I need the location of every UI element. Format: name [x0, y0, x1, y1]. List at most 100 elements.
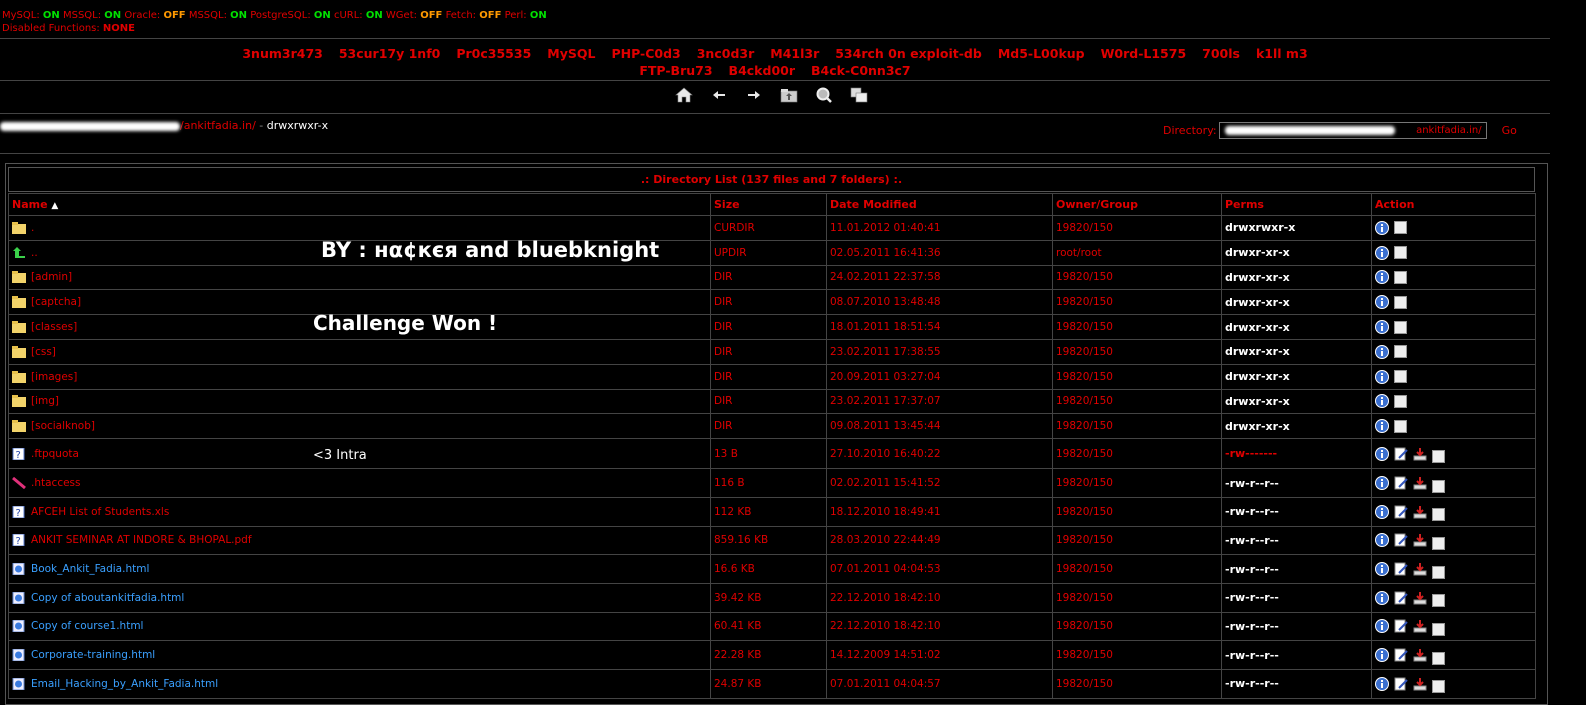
file-owner[interactable]: 19820/150	[1052, 468, 1222, 498]
select-checkbox[interactable]	[1394, 370, 1407, 384]
edit-icon[interactable]	[1394, 505, 1408, 519]
info-icon[interactable]	[1375, 533, 1389, 548]
edit-icon[interactable]	[1394, 677, 1408, 691]
download-icon[interactable]	[1413, 476, 1427, 490]
info-icon[interactable]	[1375, 295, 1389, 310]
edit-icon[interactable]	[1394, 562, 1408, 576]
file-name-link[interactable]: .htaccess	[31, 477, 81, 489]
file-name-link[interactable]: .	[31, 222, 34, 234]
file-owner[interactable]: 19820/150	[1052, 388, 1222, 415]
file-owner[interactable]: 19820/150	[1052, 668, 1222, 699]
file-perms[interactable]: -rw-r--r--	[1221, 668, 1372, 699]
info-icon[interactable]	[1375, 270, 1389, 285]
info-icon[interactable]	[1375, 619, 1389, 634]
file-perms[interactable]: -rw-r--r--	[1221, 640, 1372, 670]
file-name-link[interactable]: [admin]	[31, 271, 72, 283]
menu-link[interactable]: 53cur17y 1nf0	[339, 46, 441, 61]
info-icon[interactable]	[1375, 245, 1389, 260]
select-checkbox[interactable]	[1432, 622, 1445, 636]
file-owner[interactable]: 19820/150	[1052, 363, 1222, 390]
file-owner[interactable]: 19820/150	[1052, 314, 1222, 340]
table-row[interactable]: [img] DIR 23.02.2011 17:37:07 19820/150 drwx…	[8, 388, 1536, 415]
table-row[interactable]: [css] DIR 23.02.2011 17:38:55 19820/150 drwx…	[8, 338, 1536, 365]
menu-link[interactable]: Md5-L00kup	[998, 46, 1085, 61]
file-perms[interactable]: drwxr-xr-x	[1221, 388, 1372, 415]
table-row[interactable]: [classes] DIR 18.01.2011 18:51:54 19820/150…	[8, 314, 1536, 340]
download-icon[interactable]	[1413, 447, 1427, 461]
sort-asc-icon[interactable]: ▲	[51, 201, 58, 211]
file-owner[interactable]: 19820/150	[1052, 438, 1222, 470]
file-perms[interactable]: -rw-r--r--	[1221, 582, 1372, 613]
info-icon[interactable]	[1375, 446, 1389, 461]
info-icon[interactable]	[1375, 562, 1389, 577]
file-name-link[interactable]: [images]	[31, 371, 77, 383]
info-icon[interactable]	[1375, 369, 1389, 384]
table-row[interactable]: [socialknob] DIR 09.08.2011 13:45:44 19820/…	[8, 413, 1536, 440]
file-perms[interactable]: drwxr-xr-x	[1221, 363, 1372, 390]
table-row[interactable]: ? ANKIT SEMINAR AT INDORE & BHOPAL.pdf 859…	[8, 525, 1536, 556]
folder-up-icon[interactable]	[780, 86, 798, 104]
table-row[interactable]: .. UPDIR 02.05.2011 16:41:36 root/root drwxr…	[8, 239, 1536, 266]
scrollbar[interactable]	[1568, 0, 1586, 697]
forward-arrow-icon[interactable]	[745, 86, 763, 104]
file-name-link[interactable]: Email_Hacking_by_Ankit_Fadia.html	[31, 678, 218, 690]
menu-link[interactable]: 700ls	[1202, 46, 1240, 61]
download-icon[interactable]	[1413, 505, 1427, 519]
file-name-link[interactable]: [socialknob]	[31, 420, 95, 432]
file-name-link[interactable]: [css]	[31, 346, 56, 358]
edit-icon[interactable]	[1394, 476, 1408, 490]
info-icon[interactable]	[1375, 220, 1389, 235]
file-perms[interactable]: -rw-r--r--	[1221, 496, 1372, 527]
info-icon[interactable]	[1375, 394, 1389, 409]
file-owner[interactable]: 19820/150	[1052, 413, 1222, 440]
info-icon[interactable]	[1375, 676, 1389, 691]
file-perms[interactable]: drwxrwxr-x	[1221, 215, 1372, 241]
file-name-link[interactable]: Copy of course1.html	[31, 620, 143, 632]
file-owner[interactable]: 19820/150	[1052, 338, 1222, 365]
menu-link[interactable]: MySQL	[547, 46, 595, 61]
file-owner[interactable]: 19820/150	[1052, 264, 1222, 291]
file-perms[interactable]: drwxr-xr-x	[1221, 314, 1372, 340]
file-name-link[interactable]: Book_Ankit_Fadia.html	[31, 563, 149, 575]
file-perms[interactable]: drwxr-xr-x	[1221, 239, 1372, 266]
table-row[interactable]: ? AFCEH List of Students.xls 112 KB 18.12.2…	[8, 496, 1536, 527]
info-icon[interactable]	[1375, 648, 1389, 663]
select-checkbox[interactable]	[1432, 479, 1445, 493]
menu-link[interactable]: B4ckd00r	[729, 63, 795, 78]
select-checkbox[interactable]	[1432, 536, 1445, 550]
table-row[interactable]: Copy of aboutankitfadia.html 39.42 KB 22.1…	[8, 582, 1536, 613]
file-name-link[interactable]: [captcha]	[31, 296, 81, 308]
file-perms[interactable]: -rw-r--r--	[1221, 554, 1372, 584]
select-checkbox[interactable]	[1432, 651, 1445, 665]
select-checkbox[interactable]	[1394, 246, 1407, 260]
menu-link[interactable]: 3num3r473	[242, 46, 322, 61]
file-perms[interactable]: drwxr-xr-x	[1221, 289, 1372, 316]
download-icon[interactable]	[1413, 562, 1427, 576]
file-owner[interactable]: 19820/150	[1052, 215, 1222, 241]
file-name-link[interactable]: AFCEH List of Students.xls	[31, 506, 169, 518]
table-row[interactable]: Email_Hacking_by_Ankit_Fadia.html 24.87 K…	[8, 668, 1536, 699]
select-checkbox[interactable]	[1394, 221, 1407, 235]
table-row[interactable]: [admin] DIR 24.02.2011 22:37:58 19820/150 dr…	[8, 264, 1536, 291]
file-name-link[interactable]: ..	[31, 247, 38, 259]
select-checkbox[interactable]	[1432, 508, 1445, 522]
file-perms[interactable]: drwxr-xr-x	[1221, 264, 1372, 291]
info-icon[interactable]	[1375, 344, 1389, 359]
select-checkbox[interactable]	[1432, 450, 1445, 464]
select-checkbox[interactable]	[1394, 295, 1407, 309]
file-name-link[interactable]: ANKIT SEMINAR AT INDORE & BHOPAL.pdf	[31, 534, 252, 546]
table-row[interactable]: . CURDIR 11.01.2012 01:40:41 19820/150 drwxr…	[8, 215, 1536, 241]
file-owner[interactable]: 19820/150	[1052, 640, 1222, 670]
info-icon[interactable]	[1375, 590, 1389, 605]
column-name[interactable]: Name ▲	[8, 193, 711, 216]
back-arrow-icon[interactable]	[710, 86, 728, 104]
file-name-link[interactable]: [img]	[31, 395, 59, 407]
copy-icon[interactable]	[850, 86, 868, 104]
column-perms[interactable]: Perms	[1221, 193, 1372, 216]
select-checkbox[interactable]	[1394, 394, 1407, 408]
go-button[interactable]: Go	[1502, 124, 1517, 137]
select-checkbox[interactable]	[1432, 680, 1445, 694]
select-checkbox[interactable]	[1394, 419, 1407, 433]
file-owner[interactable]: 19820/150	[1052, 289, 1222, 316]
download-icon[interactable]	[1413, 619, 1427, 633]
